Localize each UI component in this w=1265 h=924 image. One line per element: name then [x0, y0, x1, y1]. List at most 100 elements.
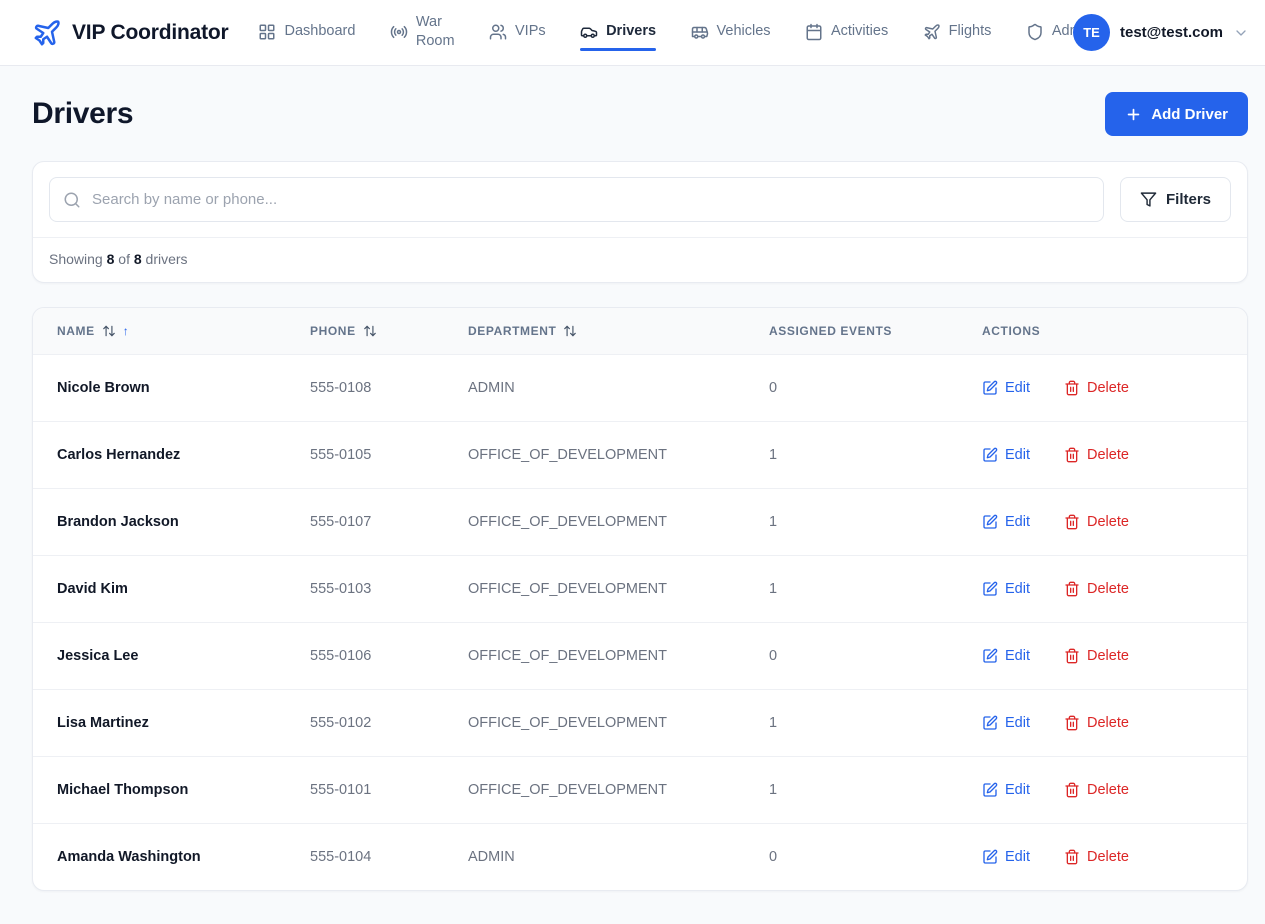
- driver-department-cell: OFFICE_OF_DEVELOPMENT: [456, 623, 757, 690]
- table-row: Lisa Martinez 555-0102 OFFICE_OF_DEVELOP…: [33, 690, 1247, 757]
- main-content: Drivers Add Driver Filters Showing 8 of …: [0, 66, 1265, 891]
- edit-button[interactable]: Edit: [982, 514, 1030, 530]
- nav-item[interactable]: Activities: [805, 18, 888, 46]
- column-label: DEPARTMENT: [468, 324, 556, 338]
- column-header[interactable]: ASSIGNED EVENTS: [757, 308, 970, 355]
- trash-icon: [1064, 648, 1080, 664]
- top-navbar: VIP Coordinator Dashboard War Room VIPs …: [0, 0, 1265, 66]
- assigned-events-cell: 0: [757, 824, 970, 891]
- delete-button[interactable]: Delete: [1064, 447, 1129, 463]
- driver-phone-cell: 555-0104: [298, 824, 456, 891]
- row-actions: Edit Delete: [982, 715, 1235, 731]
- edit-button[interactable]: Edit: [982, 648, 1030, 664]
- chevron-down-icon[interactable]: [1233, 25, 1249, 41]
- table-row: David Kim 555-0103 OFFICE_OF_DEVELOPMENT…: [33, 556, 1247, 623]
- avatar[interactable]: TE: [1073, 14, 1110, 51]
- column-header[interactable]: PHONE: [298, 308, 456, 355]
- assigned-events-cell: 1: [757, 556, 970, 623]
- delete-button[interactable]: Delete: [1064, 849, 1129, 865]
- bus-icon: [691, 23, 709, 41]
- edit-button[interactable]: Edit: [982, 447, 1030, 463]
- edit-icon: [982, 447, 998, 463]
- trash-icon: [1064, 782, 1080, 798]
- trash-icon: [1064, 715, 1080, 731]
- assigned-events-cell: 0: [757, 623, 970, 690]
- driver-department-cell: ADMIN: [456, 824, 757, 891]
- edit-button[interactable]: Edit: [982, 380, 1030, 396]
- row-actions: Edit Delete: [982, 849, 1235, 865]
- nav-item[interactable]: War Room: [390, 9, 455, 55]
- driver-name-cell: Amanda Washington: [33, 824, 298, 891]
- edit-button[interactable]: Edit: [982, 581, 1030, 597]
- car-icon: [580, 23, 598, 41]
- total-count: 8: [134, 251, 142, 267]
- brand[interactable]: VIP Coordinator: [32, 18, 228, 48]
- column-header[interactable]: NAME ↑: [33, 308, 298, 355]
- radio-icon: [390, 23, 408, 41]
- trash-icon: [1064, 380, 1080, 396]
- sort-icon[interactable]: [563, 324, 577, 338]
- delete-button[interactable]: Delete: [1064, 581, 1129, 597]
- edit-button[interactable]: Edit: [982, 715, 1030, 731]
- user-menu[interactable]: TE test@test.com: [1073, 14, 1249, 51]
- delete-button[interactable]: Delete: [1064, 782, 1129, 798]
- brand-name: VIP Coordinator: [72, 21, 228, 45]
- driver-name-cell: Carlos Hernandez: [33, 422, 298, 489]
- nav-item-label: Flights: [949, 22, 992, 40]
- plane-logo-icon: [32, 18, 62, 48]
- filters-button[interactable]: Filters: [1120, 177, 1231, 222]
- trash-icon: [1064, 581, 1080, 597]
- column-header[interactable]: ACTIONS: [970, 308, 1247, 355]
- driver-phone-cell: 555-0105: [298, 422, 456, 489]
- delete-button[interactable]: Delete: [1064, 514, 1129, 530]
- plane-icon: [923, 23, 941, 41]
- users-icon: [489, 23, 507, 41]
- driver-name-cell: Nicole Brown: [33, 355, 298, 422]
- search-input[interactable]: [49, 177, 1104, 222]
- nav-item-label: Dashboard: [284, 22, 355, 40]
- driver-name-cell: Jessica Lee: [33, 623, 298, 690]
- results-summary: Showing 8 of 8 drivers: [33, 237, 1247, 282]
- edit-icon: [982, 581, 998, 597]
- edit-button[interactable]: Edit: [982, 849, 1030, 865]
- nav-item[interactable]: VIPs: [489, 18, 546, 46]
- delete-button[interactable]: Delete: [1064, 715, 1129, 731]
- delete-button[interactable]: Delete: [1064, 648, 1129, 664]
- shield-icon: [1026, 23, 1044, 41]
- driver-phone-cell: 555-0103: [298, 556, 456, 623]
- column-label: PHONE: [310, 324, 356, 338]
- table-header-row: NAME ↑ PHONE: [33, 308, 1247, 355]
- edit-icon: [982, 782, 998, 798]
- table-row: Brandon Jackson 555-0107 OFFICE_OF_DEVEL…: [33, 489, 1247, 556]
- nav-item[interactable]: Dashboard: [258, 18, 355, 46]
- nav-item[interactable]: Flights: [923, 18, 992, 46]
- assigned-events-cell: 1: [757, 489, 970, 556]
- driver-name-cell: Lisa Martinez: [33, 690, 298, 757]
- nav-item-label: Activities: [831, 22, 888, 40]
- assigned-events-cell: 1: [757, 690, 970, 757]
- table-row: Michael Thompson 555-0101 OFFICE_OF_DEVE…: [33, 757, 1247, 824]
- nav-item-label: War Room: [416, 13, 455, 49]
- nav-item[interactable]: Drivers: [580, 18, 656, 46]
- drivers-table: NAME ↑ PHONE: [33, 308, 1247, 890]
- search-card: Filters Showing 8 of 8 drivers: [32, 161, 1248, 283]
- assigned-events-cell: 1: [757, 757, 970, 824]
- active-sort-indicator: ↑: [123, 324, 130, 338]
- sort-icon[interactable]: [363, 324, 377, 338]
- driver-department-cell: OFFICE_OF_DEVELOPMENT: [456, 422, 757, 489]
- page-title: Drivers: [32, 97, 133, 131]
- nav-item[interactable]: Vehicles: [691, 18, 771, 46]
- row-actions: Edit Delete: [982, 581, 1235, 597]
- delete-button[interactable]: Delete: [1064, 380, 1129, 396]
- assigned-events-cell: 0: [757, 355, 970, 422]
- nav-item-label: Drivers: [606, 22, 656, 40]
- driver-phone-cell: 555-0102: [298, 690, 456, 757]
- driver-department-cell: OFFICE_OF_DEVELOPMENT: [456, 556, 757, 623]
- nav-item-label: VIPs: [515, 22, 546, 40]
- column-header[interactable]: DEPARTMENT: [456, 308, 757, 355]
- row-actions: Edit Delete: [982, 782, 1235, 798]
- add-driver-button[interactable]: Add Driver: [1105, 92, 1248, 136]
- trash-icon: [1064, 514, 1080, 530]
- sort-icon[interactable]: [102, 324, 116, 338]
- edit-button[interactable]: Edit: [982, 782, 1030, 798]
